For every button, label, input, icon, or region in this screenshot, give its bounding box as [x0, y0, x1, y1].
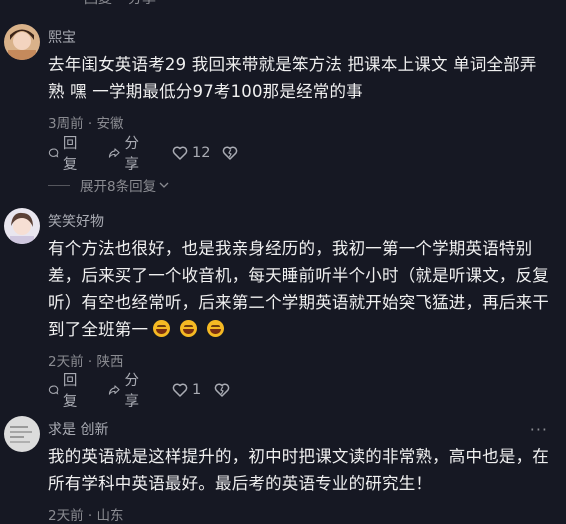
comment-meta: 3周前 · 安徽	[48, 112, 123, 132]
meta-separator: ·	[87, 508, 93, 524]
heart-icon	[172, 383, 188, 397]
dislike-button[interactable]	[222, 143, 242, 163]
expand-replies-button[interactable]: 展开8条回复	[48, 175, 170, 195]
username[interactable]: 熙宝	[48, 27, 76, 47]
share-label: 分享	[124, 373, 139, 410]
avatar[interactable]	[4, 24, 40, 60]
comment-meta: 2天前 · 陕西	[48, 350, 123, 370]
comment-location: 安徽	[96, 116, 124, 132]
like-count: 1	[192, 382, 202, 398]
heart-icon	[172, 146, 188, 160]
like-count: 12	[192, 145, 211, 161]
comment-bubble-icon	[48, 385, 59, 395]
username[interactable]: 求是 创新	[48, 419, 108, 439]
like-button[interactable]: 12	[172, 143, 210, 163]
share-button[interactable]: 分享	[108, 136, 145, 173]
share-button[interactable]: 分享	[108, 373, 145, 410]
avatar[interactable]	[4, 208, 40, 244]
comment-text: 去年闺女英语考29 我回来带就是笨方法 把课本上课文 单词全部弄熟 嘿 一学期最…	[48, 55, 537, 101]
previous-share-button[interactable]: 分享	[128, 0, 156, 8]
reply-button[interactable]: 回复	[48, 373, 83, 410]
meta-separator: ·	[87, 116, 93, 132]
more-dots-icon[interactable]: ···	[530, 420, 548, 439]
expand-label: 展开8条回复	[80, 179, 157, 195]
meta-separator: ·	[87, 354, 93, 370]
comment-time: 2天前	[48, 508, 84, 524]
avatar[interactable]	[4, 416, 40, 452]
username[interactable]: 笑笑好物	[48, 211, 104, 231]
reply-button[interactable]: 回复	[48, 136, 83, 173]
comment-text-content: 有个方法也很好，也是我亲身经历的，我初一第一个学期英语特别差，后来买了一个收音机…	[48, 239, 549, 339]
grinning-sweat-emoji-icon	[153, 320, 171, 337]
grinning-sweat-emoji-icon	[207, 320, 225, 337]
reply-label: 回复	[62, 373, 78, 410]
comment-meta: 2天前 · 山东	[48, 504, 123, 524]
comment-location: 陕西	[96, 354, 124, 370]
comment-location: 山东	[96, 508, 124, 524]
previous-reply-button[interactable]: 回复	[84, 0, 112, 8]
share-arrow-icon	[108, 148, 120, 158]
divider-line	[48, 184, 70, 186]
like-button[interactable]: 1	[172, 380, 201, 400]
comment-time: 2天前	[48, 354, 84, 370]
dislike-button[interactable]	[214, 380, 234, 400]
grinning-sweat-emoji-icon	[180, 320, 198, 337]
share-label: 分享	[124, 136, 139, 173]
comment-text: 有个方法也很好，也是我亲身经历的，我初一第一个学期英语特别差，后来买了一个收音机…	[48, 235, 553, 343]
chevron-down-icon	[159, 182, 169, 188]
dislike-heart-icon	[214, 383, 230, 397]
comment-time: 3周前	[48, 116, 84, 132]
share-arrow-icon	[108, 385, 120, 395]
dislike-heart-icon	[222, 146, 238, 160]
previous-comment-actions: 回复 分享	[0, 0, 566, 8]
reply-label: 回复	[62, 136, 78, 173]
comment-text: 我的英语就是这样提升的，初中时把课文读的非常熟，高中也是，在所有学科中英语最好。…	[48, 447, 549, 493]
comment-bubble-icon	[48, 148, 59, 158]
